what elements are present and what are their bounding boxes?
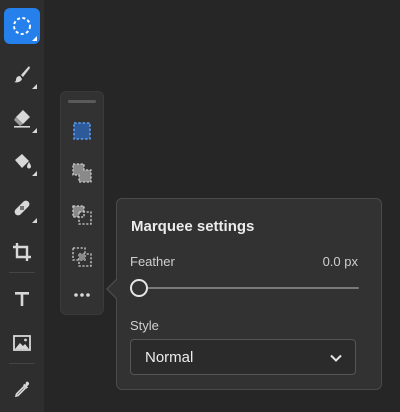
type-icon <box>15 292 29 306</box>
submenu-indicator-icon <box>32 171 37 176</box>
marquee-tool-button[interactable] <box>4 8 40 44</box>
place-image-tool-button[interactable] <box>4 325 40 361</box>
brush-icon <box>14 66 30 83</box>
type-tool-button[interactable] <box>4 281 40 317</box>
tool-sidebar <box>0 0 44 412</box>
toolbar-divider <box>9 363 35 364</box>
eyedropper-tool-button[interactable] <box>4 372 40 408</box>
chevron-down-icon <box>330 354 342 362</box>
flyout-drag-handle[interactable] <box>68 100 96 103</box>
eraser-tool-button[interactable] <box>4 100 40 136</box>
marquee-circle-icon <box>13 17 31 35</box>
eraser-icon <box>14 110 30 128</box>
submenu-indicator-icon <box>32 36 37 41</box>
more-horizontal-icon <box>74 293 90 297</box>
popover-pointer-fill <box>108 279 118 299</box>
submenu-indicator-icon <box>32 218 37 223</box>
healing-tool-button[interactable] <box>4 190 40 226</box>
style-dropdown-value: Normal <box>145 349 194 366</box>
eyedropper-icon <box>14 381 30 398</box>
intersect-selection-icon <box>72 247 92 267</box>
add-to-selection-button[interactable] <box>67 158 97 188</box>
submenu-indicator-icon <box>32 84 37 89</box>
popover-title: Marquee settings <box>131 218 255 235</box>
paint-bucket-icon <box>15 154 31 169</box>
crop-tool-button[interactable] <box>4 234 40 270</box>
submenu-indicator-icon <box>32 128 37 133</box>
new-selection-icon <box>73 122 91 140</box>
subtract-selection-icon <box>72 205 92 225</box>
feather-slider-thumb[interactable] <box>130 279 148 297</box>
intersect-selection-button[interactable] <box>67 242 97 272</box>
add-selection-icon <box>72 163 92 183</box>
crop-icon <box>13 243 31 261</box>
style-dropdown[interactable]: Normal <box>130 339 356 375</box>
feather-value: 0.0 px <box>322 254 358 269</box>
feather-label: Feather <box>130 254 175 269</box>
toolbar-divider <box>9 272 35 273</box>
image-icon <box>13 335 31 351</box>
marquee-settings-popover: Marquee settings Feather 0.0 px Style No… <box>116 198 382 390</box>
bandage-icon <box>14 200 30 216</box>
feather-slider-track[interactable] <box>139 287 359 289</box>
new-selection-button[interactable] <box>67 116 97 146</box>
style-label: Style <box>130 318 159 333</box>
more-options-button[interactable] <box>67 280 97 310</box>
brush-tool-button[interactable] <box>4 56 40 92</box>
app-window: Marquee settings Feather 0.0 px Style No… <box>0 0 400 412</box>
subtract-from-selection-button[interactable] <box>67 200 97 230</box>
paint-bucket-tool-button[interactable] <box>4 143 40 179</box>
selection-mode-flyout <box>60 91 104 315</box>
